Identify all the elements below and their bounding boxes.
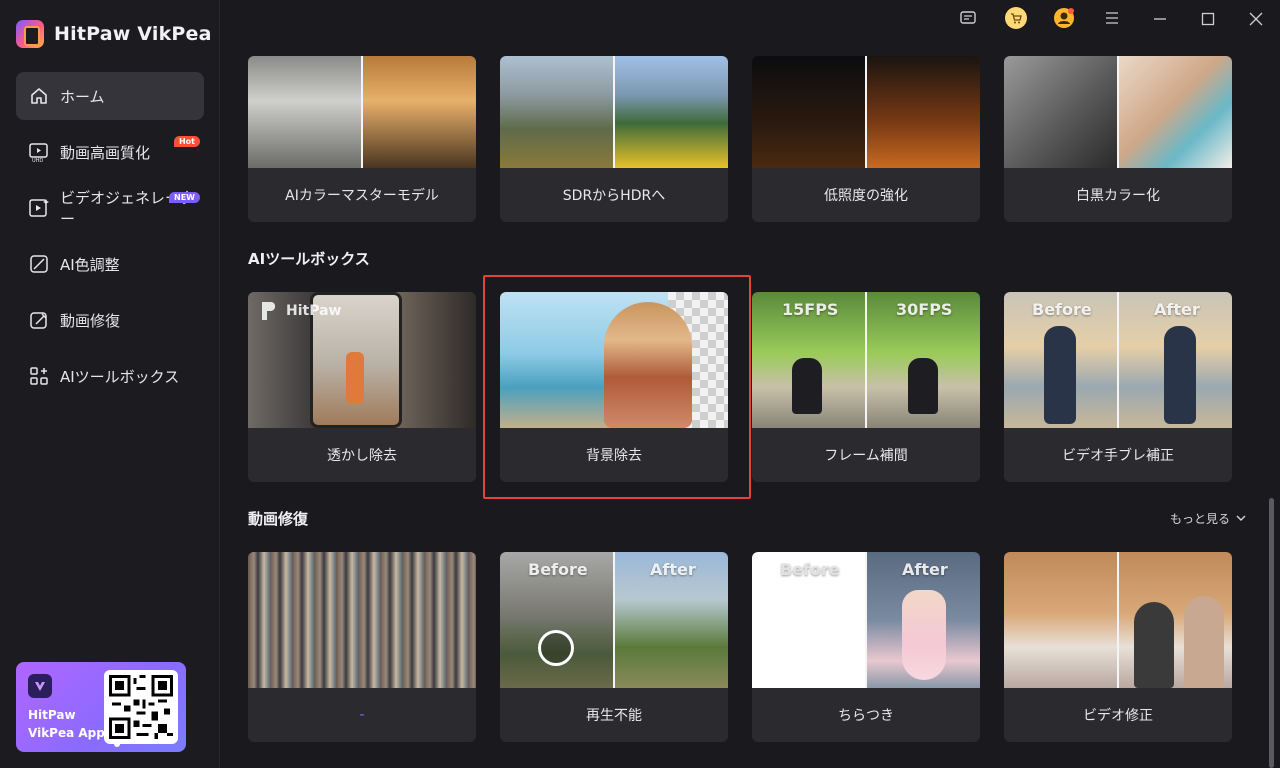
card-ai-color-master[interactable]: AIカラーマスターモデル xyxy=(248,56,476,222)
watermark-text: HitPaw xyxy=(286,303,342,319)
promo-dot xyxy=(114,741,120,747)
sidebar-item-label: 動画高画質化 xyxy=(60,143,151,162)
card-label: 低照度の強化 xyxy=(824,188,908,204)
sidebar: HitPaw VikPea ホーム UHD 動画高画質化 Hot ビデオジェネレ… xyxy=(0,0,220,768)
brand: HitPaw VikPea xyxy=(16,18,212,50)
title-bar xyxy=(220,0,1280,40)
chevron-down-icon xyxy=(1236,512,1246,526)
vikpea-app-icon xyxy=(28,674,52,698)
minimize-button[interactable] xyxy=(1136,0,1184,40)
sidebar-item-toolbox[interactable]: AIツールボックス xyxy=(16,352,204,400)
sidebar-item-label: ホーム xyxy=(60,87,105,106)
hot-badge: Hot xyxy=(173,136,200,147)
before-fps-label: 15FPS xyxy=(782,300,839,319)
account-icon xyxy=(1052,6,1076,34)
card-label: SDRからHDRへ xyxy=(562,188,666,204)
card-low-light[interactable]: 低照度の強化 xyxy=(752,56,980,222)
sidebar-item-label: AIツールボックス xyxy=(60,367,180,386)
menu-icon xyxy=(1104,10,1120,30)
card-label: フレーム補間 xyxy=(824,448,908,464)
sidebar-item-home[interactable]: ホーム xyxy=(16,72,204,120)
hitpaw-logo-icon xyxy=(262,302,276,320)
card-thumbnail: Before After xyxy=(500,552,728,688)
cart-button[interactable] xyxy=(992,0,1040,40)
before-label: Before xyxy=(780,560,840,579)
sidebar-item-video-repair[interactable]: 動画修復 xyxy=(16,296,204,344)
card-bw-colorize[interactable]: 白黒カラー化 xyxy=(1004,56,1232,222)
card-corrupted-video[interactable]: - xyxy=(248,552,476,742)
card-flicker[interactable]: Before After ちらつき xyxy=(752,552,980,742)
card-thumbnail: HitPaw xyxy=(248,292,476,428)
maximize-icon xyxy=(1201,11,1215,30)
see-more-label: もっと見る xyxy=(1169,512,1230,526)
mobile-app-promo[interactable]: HitPaw VikPea App xyxy=(16,662,186,752)
after-fps-label: 30FPS xyxy=(896,300,953,319)
card-label: - xyxy=(359,707,365,723)
after-label: After xyxy=(902,560,948,579)
card-thumbnail xyxy=(500,292,728,428)
card-label: 背景除去 xyxy=(586,448,642,464)
card-label: 透かし除去 xyxy=(327,448,397,464)
card-thumbnail: 15FPS 30FPS xyxy=(752,292,980,428)
card-thumbnail xyxy=(248,552,476,688)
video-generator-icon xyxy=(28,197,50,219)
sidebar-item-video-generator[interactable]: ビデオジェネレーター NEW xyxy=(16,184,204,232)
sidebar-item-label: 動画修復 xyxy=(60,311,121,330)
card-video-repair[interactable]: ビデオ修正 xyxy=(1004,552,1232,742)
card-label: ビデオ修正 xyxy=(1083,708,1153,724)
uhd-video-icon: UHD xyxy=(28,141,50,163)
before-label: Before xyxy=(528,560,588,579)
close-button[interactable] xyxy=(1232,0,1280,40)
sidebar-item-color-adjust[interactable]: AI色調整 xyxy=(16,240,204,288)
app-name: HitPaw VikPea xyxy=(54,23,212,45)
sidebar-nav: ホーム UHD 動画高画質化 Hot ビデオジェネレーター NEW AI色調整 xyxy=(16,72,204,408)
card-label: ビデオ手ブレ補正 xyxy=(1062,448,1174,464)
after-label: After xyxy=(650,560,696,579)
sidebar-item-video-enhance[interactable]: UHD 動画高画質化 Hot xyxy=(16,128,204,176)
card-thumbnail xyxy=(752,56,980,168)
card-watermark-removal[interactable]: HitPaw 透かし除去 xyxy=(248,292,476,482)
card-label: 再生不能 xyxy=(586,708,642,724)
maximize-button[interactable] xyxy=(1184,0,1232,40)
svg-text:UHD: UHD xyxy=(32,158,43,163)
card-thumbnail xyxy=(500,56,728,168)
minimize-icon xyxy=(1153,11,1167,30)
section-title-toolbox: AIツールボックス xyxy=(248,250,370,268)
menu-button[interactable] xyxy=(1088,0,1136,40)
card-label: AIカラーマスターモデル xyxy=(285,188,439,204)
card-thumbnail: Before After xyxy=(752,552,980,688)
color-adjust-icon xyxy=(28,253,50,275)
card-video-stabilization[interactable]: Before After ビデオ手ブレ補正 xyxy=(1004,292,1232,482)
after-label: After xyxy=(1154,300,1200,319)
card-frame-interpolation[interactable]: 15FPS 30FPS フレーム補間 xyxy=(752,292,980,482)
before-label: Before xyxy=(1032,300,1092,319)
card-label: ちらつき xyxy=(838,708,894,724)
card-thumbnail xyxy=(1004,552,1232,688)
card-background-removal[interactable]: 背景除去 xyxy=(500,292,728,482)
main-content: AIカラーマスターモデル SDRからHDRへ 低照度の強化 白黒カラー化 AIツ… xyxy=(220,40,1280,768)
card-unplayable[interactable]: Before After 再生不能 xyxy=(500,552,728,742)
feedback-icon xyxy=(959,9,977,31)
see-more-link[interactable]: もっと見る xyxy=(1170,510,1246,527)
sidebar-item-label: AI色調整 xyxy=(60,255,120,274)
section-title-repair: 動画修復 xyxy=(248,510,309,528)
card-thumbnail: Before After xyxy=(1004,292,1232,428)
toolbox-icon xyxy=(28,365,50,387)
app-logo-icon xyxy=(16,20,44,48)
close-icon xyxy=(1249,11,1263,30)
account-button[interactable] xyxy=(1040,0,1088,40)
card-thumbnail xyxy=(1004,56,1232,168)
card-sdr-to-hdr[interactable]: SDRからHDRへ xyxy=(500,56,728,222)
card-thumbnail xyxy=(248,56,476,168)
new-badge: NEW xyxy=(169,192,200,203)
qr-code xyxy=(104,670,178,744)
card-label: 白黒カラー化 xyxy=(1076,188,1160,204)
vertical-scrollbar[interactable] xyxy=(1269,498,1274,768)
video-repair-icon xyxy=(28,309,50,331)
feedback-button[interactable] xyxy=(944,0,992,40)
home-icon xyxy=(28,85,50,107)
cart-icon xyxy=(1004,6,1028,34)
